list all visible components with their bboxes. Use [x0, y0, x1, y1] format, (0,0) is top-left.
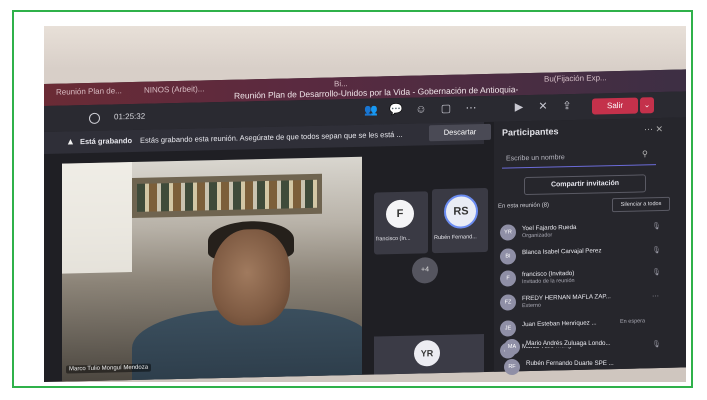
recording-banner-text: Estás grabando esta reunión. Asegúrate d…	[140, 129, 403, 145]
avatar: JE	[500, 320, 516, 337]
avatar: BI	[500, 248, 516, 265]
speaker-face	[212, 228, 290, 327]
record-icon	[89, 112, 100, 124]
browser-tab[interactable]: Bu(Fijación Exp...	[544, 73, 607, 83]
participant-row[interactable]: FZ FREDY HERNAN MAFLA ZAP... Externo ⋯	[500, 288, 680, 316]
participants-title: Participantes	[502, 126, 559, 138]
participants-panel: Participantes ⋯ ✕ Escribe un nombre ⚲ Co…	[494, 117, 686, 372]
window-light	[62, 162, 132, 274]
bookshelf-books	[137, 179, 317, 212]
mic-icon: 🎙	[652, 223, 661, 231]
participant-tile-label: Rubén Fernand...	[434, 234, 477, 242]
main-video-feed: Marco Tulio Monguí Mendoza	[62, 156, 362, 382]
avatar: YR	[500, 224, 516, 241]
rooms-icon[interactable]: ▢	[439, 102, 453, 116]
more-icon[interactable]: ⋯	[652, 292, 659, 300]
participant-role: Externo	[522, 302, 541, 310]
leave-button[interactable]: Salir	[592, 97, 638, 115]
avatar: FZ	[500, 294, 516, 311]
avatar: YR	[414, 340, 440, 367]
avatar: F	[500, 270, 516, 287]
participant-name: FREDY HERNAN MAFLA ZAP...	[522, 293, 611, 303]
more-icon[interactable]: ⋯	[464, 101, 478, 115]
participant-tile[interactable]: F francisco (In...	[374, 191, 428, 255]
mic-icon: 🎙	[652, 269, 661, 277]
participant-tile-label: francisco (In...	[376, 235, 411, 243]
participant-tile[interactable]: RS Rubén Fernand...	[432, 187, 488, 254]
participant-name: Rubén Fernando Duarte SPE ...	[526, 360, 614, 367]
participant-name: francisco (Invitado)	[522, 269, 575, 279]
participant-role: Invitado de la reunión	[522, 277, 575, 286]
participant-status: En espera	[620, 318, 646, 325]
camera-icon[interactable]: ▶	[512, 100, 526, 114]
avatar: MA	[504, 339, 520, 355]
participant-name: Blanca Isabel Carvajal Perez	[522, 247, 602, 257]
participant-role: Organizador	[522, 232, 553, 240]
share-screen-icon[interactable]: ⇪	[560, 99, 574, 113]
recording-banner-title: Está grabando	[80, 136, 133, 147]
mute-all-button[interactable]: Silenciar a todos	[612, 196, 670, 213]
browser-tab[interactable]: NINOS (Arbeit)...	[144, 84, 204, 94]
browser-tab[interactable]: Bi...	[334, 79, 348, 88]
avatar: RF	[504, 359, 520, 375]
mic-icon: 🎙	[652, 247, 661, 255]
discard-button[interactable]: Descartar	[429, 123, 491, 142]
reactions-icon[interactable]: ☺	[414, 102, 428, 116]
participant-name: Juan Esteban Henriquez ...	[522, 319, 597, 329]
people-icon[interactable]: 👥	[364, 103, 378, 117]
more-participants-count[interactable]: +4	[412, 257, 438, 284]
browser-tab[interactable]: Reunión Plan de...	[56, 86, 122, 96]
participant-row[interactable]: RF Rubén Fernando Duarte SPE ...	[504, 356, 684, 380]
more-options-icon[interactable]: ⋯ ✕	[644, 124, 663, 135]
in-meeting-section[interactable]: En esta reunión (8)	[498, 203, 549, 210]
share-invitation-button[interactable]: Compartir invitación	[524, 174, 646, 196]
participant-tile[interactable]: YR	[374, 334, 484, 375]
participant-search-input[interactable]: Escribe un nombre	[502, 148, 656, 169]
chat-icon[interactable]: 💬	[389, 103, 403, 117]
avatar: RS	[444, 194, 478, 229]
participant-name: Mario Andrés Zuluaga Londo...	[526, 340, 611, 347]
mic-icon[interactable]: ✕	[536, 100, 550, 114]
search-icon[interactable]: ⚲	[642, 149, 648, 158]
leave-options-icon[interactable]: ⌄	[640, 97, 654, 114]
avatar: F	[386, 199, 414, 229]
photo-of-laptop-screen: Reunión Plan de... NINOS (Arbeit)... Bi.…	[44, 26, 686, 382]
participant-name: Yoel Fajardo Rueda	[522, 223, 577, 233]
warning-icon: ▲	[66, 136, 75, 147]
meeting-timer: 01:25:32	[114, 111, 146, 122]
